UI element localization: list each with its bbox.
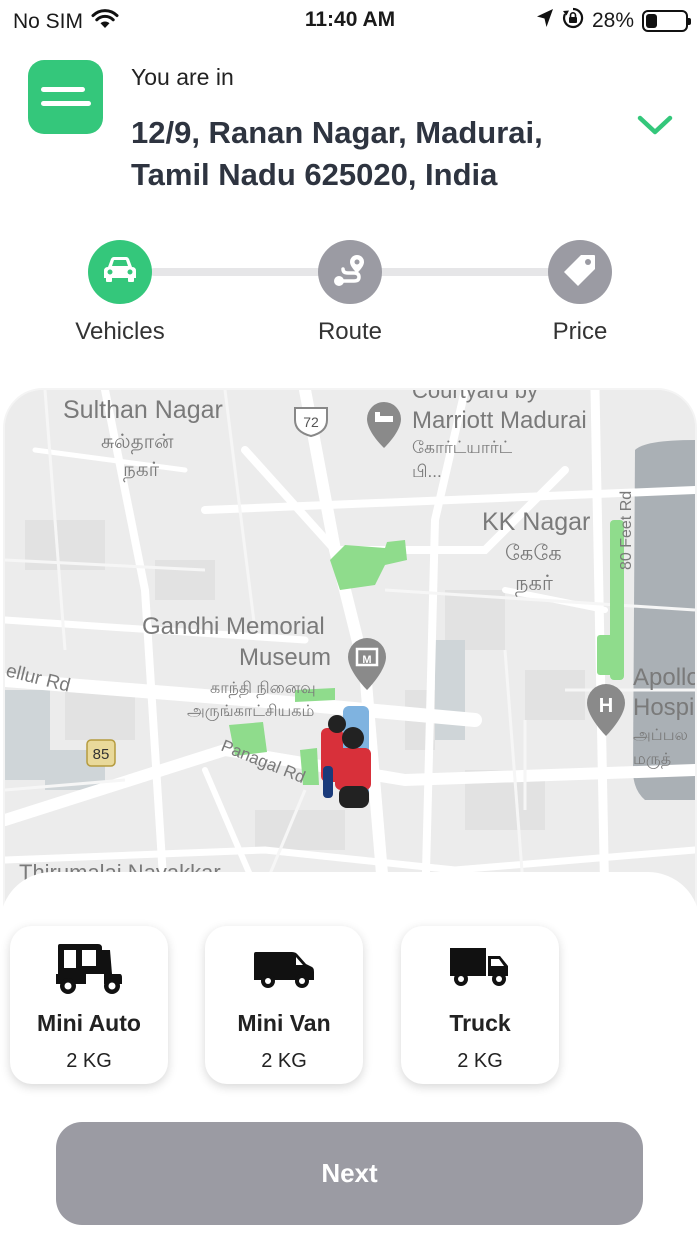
vehicle-name: Truck bbox=[449, 1010, 511, 1036]
vehicle-name: Mini Auto bbox=[37, 1010, 141, 1036]
step-price[interactable] bbox=[548, 240, 612, 304]
step-route[interactable] bbox=[318, 240, 382, 304]
step-connector bbox=[368, 268, 564, 276]
map-label-kk-nagar-ta: கேகே bbox=[505, 542, 562, 565]
map-label-courtyard-ta2: பி... bbox=[412, 462, 442, 481]
status-right: 28% bbox=[536, 7, 691, 35]
map-label-kk-nagar-ta2: நகர் bbox=[515, 572, 553, 597]
map-label-apollo-ta2: மருத் bbox=[633, 751, 671, 769]
route-85-shield: 85 bbox=[86, 739, 116, 767]
van-icon bbox=[205, 948, 363, 990]
car-icon bbox=[100, 255, 140, 290]
map-label-kk-nagar: KK Nagar bbox=[482, 508, 590, 536]
vehicle-card-mini-auto[interactable]: Mini Auto 2 KG bbox=[10, 926, 168, 1084]
map-label-courtyard-ta: கோர்ட்யார்ட் bbox=[412, 438, 513, 457]
vehicle-card-mini-van[interactable]: Mini Van 2 KG bbox=[205, 926, 363, 1084]
next-button[interactable]: Next bbox=[56, 1122, 643, 1225]
map-label-marriott: Marriott Madurai bbox=[412, 407, 587, 434]
map-label-gandhi-ta2: அருங்காட்சியகம் bbox=[187, 703, 314, 721]
orientation-lock-icon bbox=[562, 7, 584, 35]
step-label-price: Price bbox=[552, 318, 608, 345]
menu-button[interactable] bbox=[28, 60, 103, 134]
chevron-down-icon[interactable] bbox=[636, 110, 674, 145]
battery-percent: 28% bbox=[591, 9, 634, 32]
truck-icon bbox=[401, 944, 559, 988]
vehicle-card-truck[interactable]: Truck 2 KG bbox=[401, 926, 559, 1084]
battery-icon bbox=[642, 10, 691, 32]
route-icon bbox=[332, 253, 368, 292]
price-tag-icon bbox=[562, 252, 598, 293]
svg-text:H: H bbox=[599, 695, 613, 717]
map-label-apollo-ta: அப்பல bbox=[633, 727, 688, 744]
svg-text:72: 72 bbox=[303, 414, 319, 430]
map-label-courtyard: Courtyard by bbox=[412, 390, 538, 403]
map-label-sulthan-nagar: Sulthan Nagar bbox=[63, 396, 223, 424]
current-address[interactable]: 12/9, Ranan Nagar, Madurai, Tamil Nadu 6… bbox=[131, 112, 611, 196]
map-label-apollo: Apollo bbox=[633, 664, 695, 691]
map-view[interactable]: Sulthan Nagar சுல்தான் நகர் Courtyard by… bbox=[3, 388, 697, 908]
battery-fill bbox=[646, 14, 657, 28]
location-arrow-icon bbox=[536, 8, 554, 34]
map-label-gandhi-memorial: Gandhi Memorial bbox=[142, 613, 325, 640]
route-72-shield: 72 bbox=[294, 407, 328, 438]
map-label-gandhi-ta: காந்தி நினைவு bbox=[210, 680, 316, 697]
map-label-sulthan-nagar-ta2: நகர் bbox=[123, 459, 160, 482]
step-label-route: Route bbox=[317, 318, 383, 345]
status-bar: No SIM 11:40 AM 28% bbox=[0, 0, 700, 40]
step-connector bbox=[150, 268, 332, 276]
step-vehicles[interactable] bbox=[88, 240, 152, 304]
step-label-vehicles: Vehicles bbox=[75, 318, 165, 345]
auto-rickshaw-icon bbox=[10, 940, 168, 996]
vehicle-weight: 2 KG bbox=[261, 1050, 307, 1072]
svg-text:85: 85 bbox=[93, 746, 110, 763]
map-label-museum: Museum bbox=[239, 644, 331, 671]
map-label-hospital: Hospi bbox=[633, 694, 694, 721]
location-caption: You are in bbox=[131, 64, 234, 90]
delivery-rider-icon bbox=[321, 706, 371, 808]
vehicle-weight: 2 KG bbox=[66, 1050, 112, 1072]
svg-text:M: M bbox=[362, 654, 371, 666]
map-label-feet-rd: 80 Feet Rd bbox=[618, 491, 635, 570]
map-label-sulthan-nagar-ta: சுல்தான் bbox=[101, 431, 174, 454]
vehicle-weight: 2 KG bbox=[457, 1050, 503, 1072]
vehicle-name: Mini Van bbox=[237, 1010, 331, 1036]
